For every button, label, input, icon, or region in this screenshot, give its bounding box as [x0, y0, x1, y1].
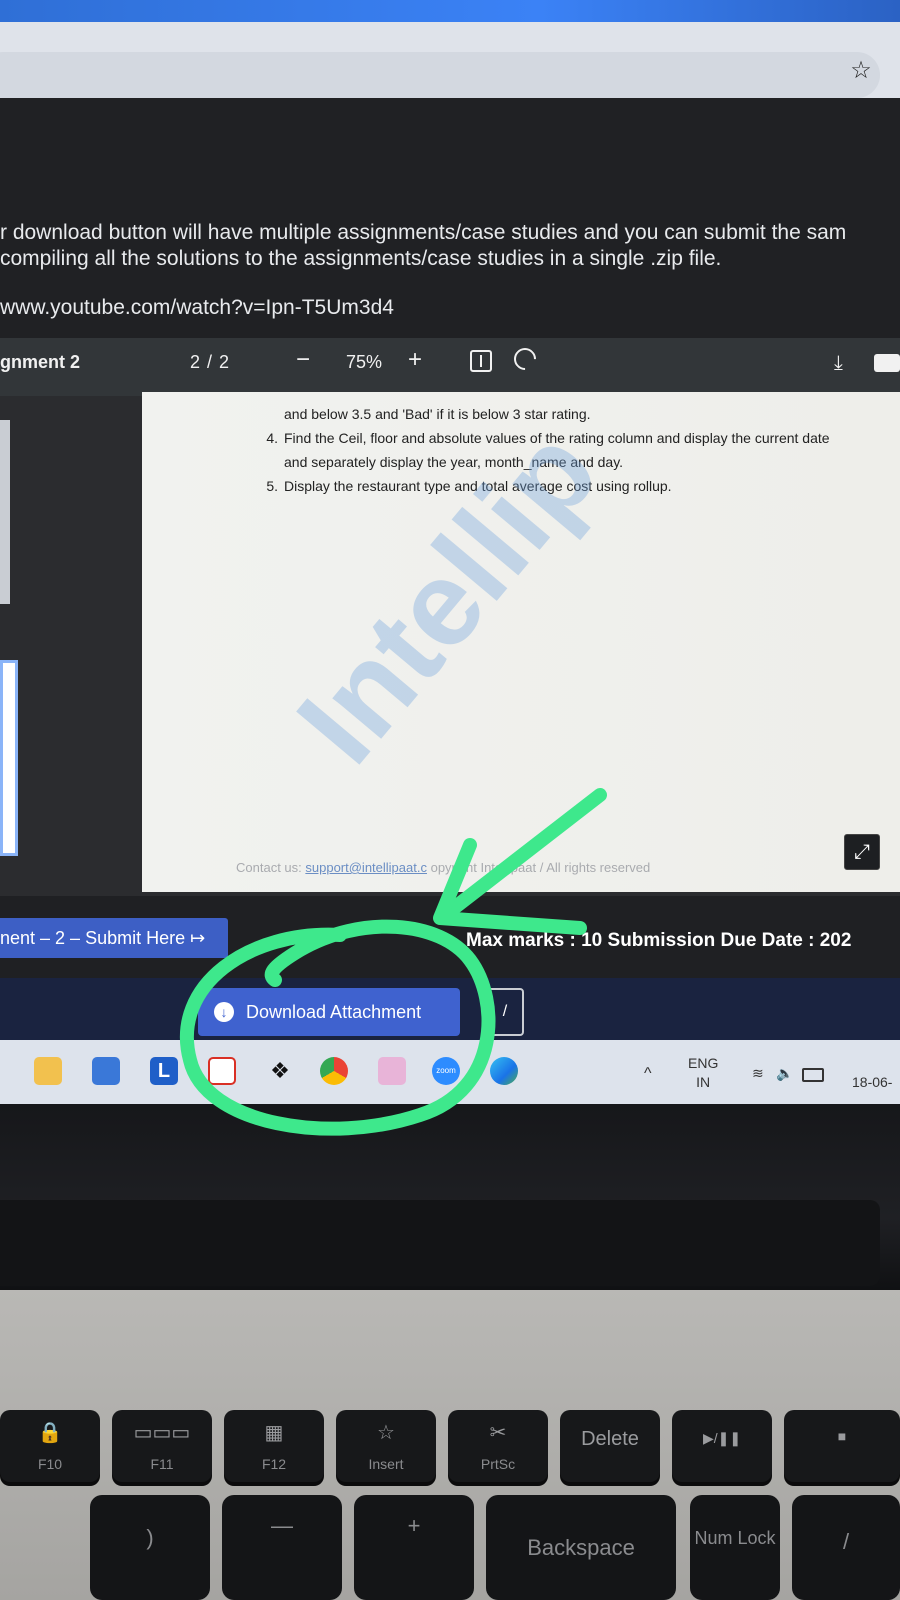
- annotation-circle: [179, 919, 496, 1136]
- annotation-overlay: [179, 788, 607, 1136]
